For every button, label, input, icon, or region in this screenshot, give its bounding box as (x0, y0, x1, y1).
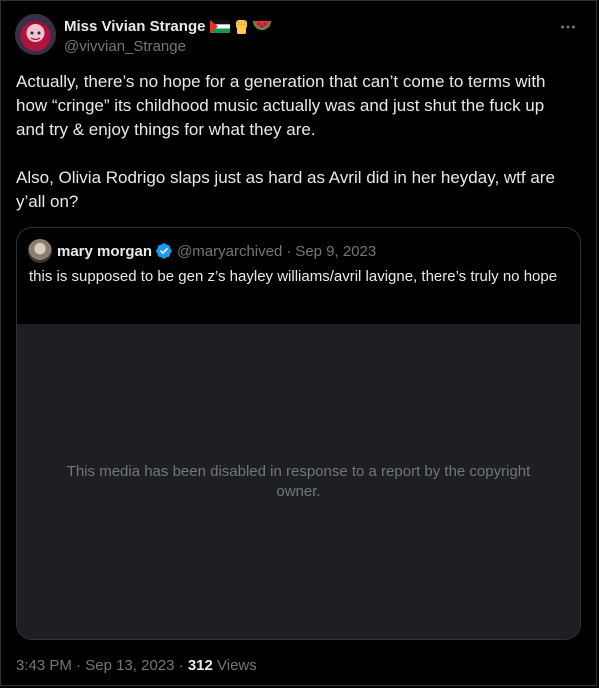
quoted-author-handle[interactable]: @maryarchived (177, 243, 282, 260)
meta-separator: · (178, 657, 184, 674)
media-disabled-notice: This media has been disabled in response… (66, 462, 531, 500)
author-display-name[interactable]: Miss Vivian Strange (64, 18, 205, 35)
quoted-author-name[interactable]: mary morgan (57, 243, 152, 260)
views-label: Views (217, 657, 257, 674)
author-display-name-row[interactable]: Miss Vivian Strange (64, 16, 272, 36)
tweet-time[interactable]: 3:43 PM (16, 657, 72, 674)
tweet-text: Actually, there’s no hope for a generati… (16, 70, 576, 214)
verified-badge-icon (155, 242, 173, 260)
palestine-flag-icon (210, 19, 231, 33)
quoted-author-avatar[interactable] (28, 239, 52, 263)
tweet-meta: 3:43 PM · Sep 13, 2023 · 312 Views (16, 657, 257, 674)
quoted-tweet-header: mary morgan @maryarchived · Sep 9, 2023 (28, 239, 376, 263)
author-avatar[interactable] (15, 14, 56, 55)
watermelon-icon (253, 20, 272, 30)
more-options-button[interactable] (558, 17, 578, 37)
quoted-date[interactable]: Sep 9, 2023 (295, 243, 376, 260)
tweet-card: Miss Vivian Strange @vivvian_Strange Act… (0, 0, 597, 686)
quoted-separator: · (286, 242, 292, 260)
tweet-paragraph: Actually, there’s no hope for a generati… (16, 72, 546, 139)
quoted-tweet[interactable]: mary morgan @maryarchived · Sep 9, 2023 … (16, 227, 581, 640)
views-count[interactable]: 312 (188, 657, 213, 674)
meta-separator: · (76, 657, 82, 674)
tweet-date[interactable]: Sep 13, 2023 (85, 657, 174, 674)
author-block: Miss Vivian Strange @vivvian_Strange (64, 16, 272, 55)
author-handle[interactable]: @vivvian_Strange (64, 38, 271, 55)
quoted-tweet-text: this is supposed to be gen z’s hayley wi… (29, 268, 558, 285)
more-horizontal-icon (561, 25, 575, 29)
disabled-media-placeholder: This media has been disabled in response… (17, 324, 580, 639)
raised-fist-icon (236, 19, 248, 34)
tweet-paragraph: Also, Olivia Rodrigo slaps just as hard … (16, 168, 555, 211)
name-emojis (210, 18, 272, 35)
